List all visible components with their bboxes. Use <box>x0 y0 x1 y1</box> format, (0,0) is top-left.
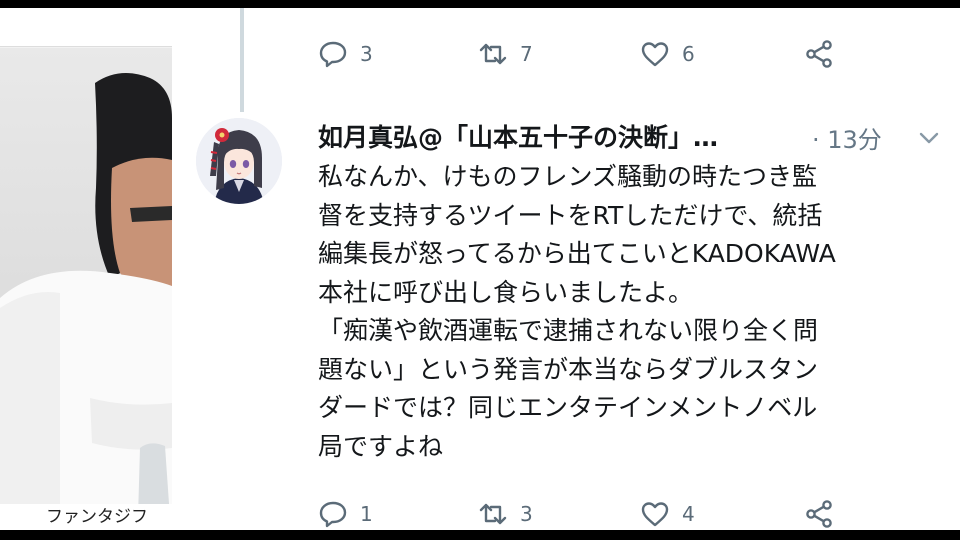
share-icon <box>806 500 832 528</box>
share-icon <box>806 40 832 68</box>
share-button[interactable] <box>804 34 834 74</box>
photo-caption: ファンタジフ <box>0 504 172 530</box>
retweet-count: 7 <box>520 42 533 66</box>
tweet-header: 如月真弘@「山本五十子の決断」… · 13分 <box>318 118 948 158</box>
news-photo: ファンタジフ <box>0 8 172 530</box>
tweet-actions: 1 3 4 <box>318 494 848 530</box>
tweet-text: 私なんか、けものフレンズ騒動の時たつき監 督を支持するツイートをRTしただけで、… <box>318 158 944 466</box>
share-button[interactable] <box>804 494 834 530</box>
retweet-button[interactable]: 7 <box>478 34 533 74</box>
retweet-count: 3 <box>520 502 533 526</box>
person-illustration <box>0 73 172 518</box>
like-button[interactable]: 6 <box>640 34 695 74</box>
like-button[interactable]: 4 <box>640 494 695 530</box>
thread-connector <box>240 8 244 112</box>
photo-top-strip <box>0 8 172 47</box>
tweet-timeline: ファンタジフ 3 7 6 如月真弘@「山本五十子の決断」… · 13分 私なんか… <box>0 8 960 530</box>
author-name[interactable]: 如月真弘@「山本五十子の決断」… <box>318 118 718 154</box>
reply-button[interactable]: 3 <box>318 34 373 74</box>
retweet-button[interactable]: 3 <box>478 494 533 530</box>
like-count: 4 <box>682 502 695 526</box>
heart-icon <box>641 42 669 67</box>
tweet-text-line: 私なんか、けものフレンズ騒動の時たつき監 <box>318 162 818 191</box>
reply-button[interactable]: 1 <box>318 494 373 530</box>
tweet-text-line: 本社に呼び出し食らいましたよ。 <box>318 277 694 307</box>
tweet-text-line: ダードでは？同じエンタテインメントノベル <box>318 393 818 422</box>
reply-icon <box>319 501 347 528</box>
tweet-text-line: 局ですよね <box>318 431 444 461</box>
reply-count: 1 <box>360 502 373 526</box>
chevron-down-icon[interactable] <box>918 130 940 146</box>
tweet-timestamp[interactable]: · 13分 <box>812 120 882 155</box>
heart-icon <box>641 502 669 527</box>
retweet-icon <box>479 503 507 525</box>
retweet-icon <box>479 43 507 65</box>
like-count: 6 <box>682 42 695 66</box>
reply-count: 3 <box>360 42 373 66</box>
tweet-text-line: 編集長が怒ってるから出てこいとKADOKAWA <box>318 239 836 268</box>
tweet-text-line: 督を支持するツイートをRTしただけで、統括 <box>318 200 823 230</box>
tweet-text-line: 題ない」という発言が本当ならダブルスタン <box>318 354 819 384</box>
reply-icon <box>319 41 347 68</box>
previous-tweet-actions: 3 7 6 <box>318 34 848 74</box>
anime-avatar-image <box>196 118 282 204</box>
tweet-text-line: 「痴漢や飲酒運転で逮捕されない限り全く問 <box>318 316 819 345</box>
avatar[interactable] <box>196 118 282 204</box>
